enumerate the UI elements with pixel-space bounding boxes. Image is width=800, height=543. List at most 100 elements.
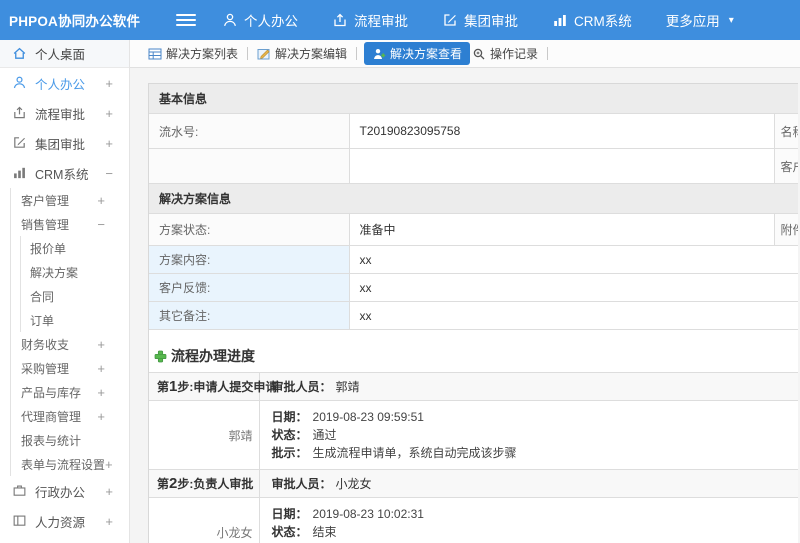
solution-form-table: 基本信息 流水号: T20190823095758 名称 客户 解决方案信息 方… xyxy=(149,84,798,330)
field-label: 流水号: xyxy=(149,113,350,149)
menu-toggle-icon[interactable] xyxy=(176,11,196,29)
approver-cell: 审批人员： 郭靖 xyxy=(259,372,798,401)
sidebar-item-label: 行政办公 xyxy=(35,485,86,500)
divider xyxy=(547,47,549,60)
collapse-icon[interactable]: − xyxy=(97,217,105,232)
expand-icon[interactable]: + xyxy=(97,337,105,352)
sidebar-item-label: 人力资源 xyxy=(35,515,86,530)
table-row: 方案状态: 准备中 附件 xyxy=(149,213,798,246)
sidebar-item-form-workflow-settings[interactable]: 表单与流程设置 + xyxy=(11,452,129,476)
collapse-icon[interactable]: − xyxy=(105,166,113,181)
chart-icon xyxy=(552,12,568,28)
topnav-workflow-approval[interactable]: 流程审批 xyxy=(332,10,408,30)
field-value: xx xyxy=(349,245,798,274)
field-label: 客户 xyxy=(773,148,798,184)
field-value: xx xyxy=(349,273,798,302)
field-label: 方案内容: xyxy=(149,245,350,274)
chart-icon xyxy=(12,165,28,181)
tab-solution-edit[interactable]: 解决方案编辑 xyxy=(255,42,349,65)
sidebar-item-label: 订单 xyxy=(30,313,55,328)
step-detail-row: 郭靖 日期： 2019-08-23 09:59:51 状态： 通过 批示： 生成流程申… xyxy=(149,400,798,470)
progress-section-title: 流程办理进度 xyxy=(154,346,798,366)
sidebar-item-purchasing[interactable]: 采购管理 + xyxy=(11,356,129,380)
upload-icon xyxy=(332,12,348,28)
magnifier-icon xyxy=(472,47,486,61)
tab-solution-list[interactable]: 解决方案列表 xyxy=(146,42,240,65)
user-icon xyxy=(12,75,28,91)
sidebar-item-label: 流程审批 xyxy=(35,107,86,122)
list-icon xyxy=(148,47,162,61)
sidebar-item-label: 合同 xyxy=(30,289,55,304)
sidebar-item-products-inventory[interactable]: 产品与库存 + xyxy=(11,380,129,404)
sidebar-item-customer-mgmt[interactable]: 客户管理 + xyxy=(11,188,129,212)
step-label: 第2步:负责人审批 xyxy=(149,469,260,498)
sidebar-item-sales-mgmt[interactable]: 销售管理 − xyxy=(11,212,129,236)
sidebar-item-agent-mgmt[interactable]: 代理商管理 + xyxy=(11,404,129,428)
expand-icon[interactable]: + xyxy=(105,484,113,499)
sidebar-item-crm-system[interactable]: CRM系统 − xyxy=(0,158,129,188)
table-row: 客户反馈: xx xyxy=(149,273,798,302)
sidebar-item-admin-office[interactable]: 行政办公 + xyxy=(0,476,129,506)
sidebar: 个人桌面 个人办公 + 流程审批 + 集团审批 + CRM系统 − 客户管理 + xyxy=(0,40,130,543)
detail-status: 状态： 通过 xyxy=(271,428,337,442)
sidebar-item-contract[interactable]: 合同 xyxy=(21,284,129,308)
detail-remark: 批示： 生成流程申请单，系统自动完成该步骤 xyxy=(271,446,517,460)
user-view-icon xyxy=(372,47,386,61)
main-content: 解决方案列表 解决方案编辑 解决方案查看 操作记录 基本信息 流水号: T201… xyxy=(130,40,800,543)
sidebar-item-workflow-approval[interactable]: 流程审批 + xyxy=(0,98,129,128)
topnav-crm-system[interactable]: CRM系统 xyxy=(552,10,632,30)
sidebar-item-quotation[interactable]: 报价单 xyxy=(21,236,129,260)
topnav-more-apps[interactable]: 更多应用 ▾ xyxy=(666,10,734,30)
sidebar-item-label: 采购管理 xyxy=(21,361,70,376)
caret-down-icon: ▾ xyxy=(728,14,734,26)
topnav-personal-office[interactable]: 个人办公 xyxy=(222,10,298,30)
home-icon xyxy=(12,46,28,62)
expand-icon[interactable]: + xyxy=(105,457,113,472)
section-title: 基本信息 xyxy=(149,84,798,114)
upload-icon xyxy=(12,105,28,121)
sidebar-item-reports-stats[interactable]: 报表与统计 xyxy=(11,428,129,452)
step-detail-row: 小龙女 日期：2019-08-23 10:02:31 状态：结束 批示：通过 xyxy=(149,497,798,543)
sidebar-item-label: 表单与流程设置 xyxy=(21,457,106,472)
expand-icon[interactable]: + xyxy=(97,193,105,208)
step-label: 第1步:申请人提交申请 xyxy=(149,372,277,401)
table-row: 客户 xyxy=(149,148,798,184)
expand-icon[interactable]: + xyxy=(97,361,105,376)
expand-icon[interactable]: + xyxy=(97,385,105,400)
tab-solution-view[interactable]: 解决方案查看 xyxy=(364,42,471,65)
table-row: 其它备注: xx xyxy=(149,301,798,330)
step-header-row: 第1步:申请人提交申请 审批人员： 郭靖 xyxy=(149,372,798,401)
sidebar-item-label: 个人桌面 xyxy=(35,48,86,62)
approver-cell: 审批人员： 小龙女 xyxy=(259,469,798,498)
expand-icon[interactable]: + xyxy=(97,409,105,424)
sidebar-item-desktop[interactable]: 个人桌面 xyxy=(0,40,129,68)
expand-icon[interactable]: + xyxy=(105,136,113,151)
tab-operation-log[interactable]: 操作记录 xyxy=(470,42,540,65)
topnav-group-approval[interactable]: 集团审批 xyxy=(442,10,518,30)
sidebar-item-order[interactable]: 订单 xyxy=(21,308,129,332)
topnav-label: CRM系统 xyxy=(574,14,632,29)
sales-submenu: 报价单 解决方案 合同 订单 xyxy=(20,236,129,332)
section-header-solution-info: 解决方案信息 xyxy=(149,183,798,214)
field-label: 方案状态: xyxy=(149,213,350,246)
app-logo: PHPOA协同办公软件 xyxy=(9,14,141,29)
sidebar-item-label: 财务收支 xyxy=(21,337,70,352)
approver-name: 小龙女 xyxy=(149,497,260,543)
table-row: 流水号: T20190823095758 名称 xyxy=(149,113,798,149)
serial-number-value: T20190823095758 xyxy=(349,113,774,149)
sidebar-item-human-resources[interactable]: 人力资源 + xyxy=(0,506,129,536)
field-label: 客户反馈: xyxy=(149,273,350,302)
briefcase-icon xyxy=(12,483,28,499)
expand-icon[interactable]: + xyxy=(105,514,113,529)
tab-label: 操作记录 xyxy=(490,47,539,61)
edit-icon xyxy=(12,135,28,151)
sidebar-item-finance[interactable]: 财务收支 + xyxy=(11,332,129,356)
sidebar-item-group-approval[interactable]: 集团审批 + xyxy=(0,128,129,158)
expand-icon[interactable]: + xyxy=(105,76,113,91)
expand-icon[interactable]: + xyxy=(105,106,113,121)
sidebar-item-label: 解决方案 xyxy=(30,265,79,280)
sidebar-item-personal-office[interactable]: 个人办公 + xyxy=(0,68,129,98)
tab-label: 解决方案查看 xyxy=(390,47,463,61)
sidebar-item-solution[interactable]: 解决方案 xyxy=(21,260,129,284)
step-detail-cell: 日期： 2019-08-23 09:59:51 状态： 通过 批示： 生成流程申请单，… xyxy=(259,400,798,470)
